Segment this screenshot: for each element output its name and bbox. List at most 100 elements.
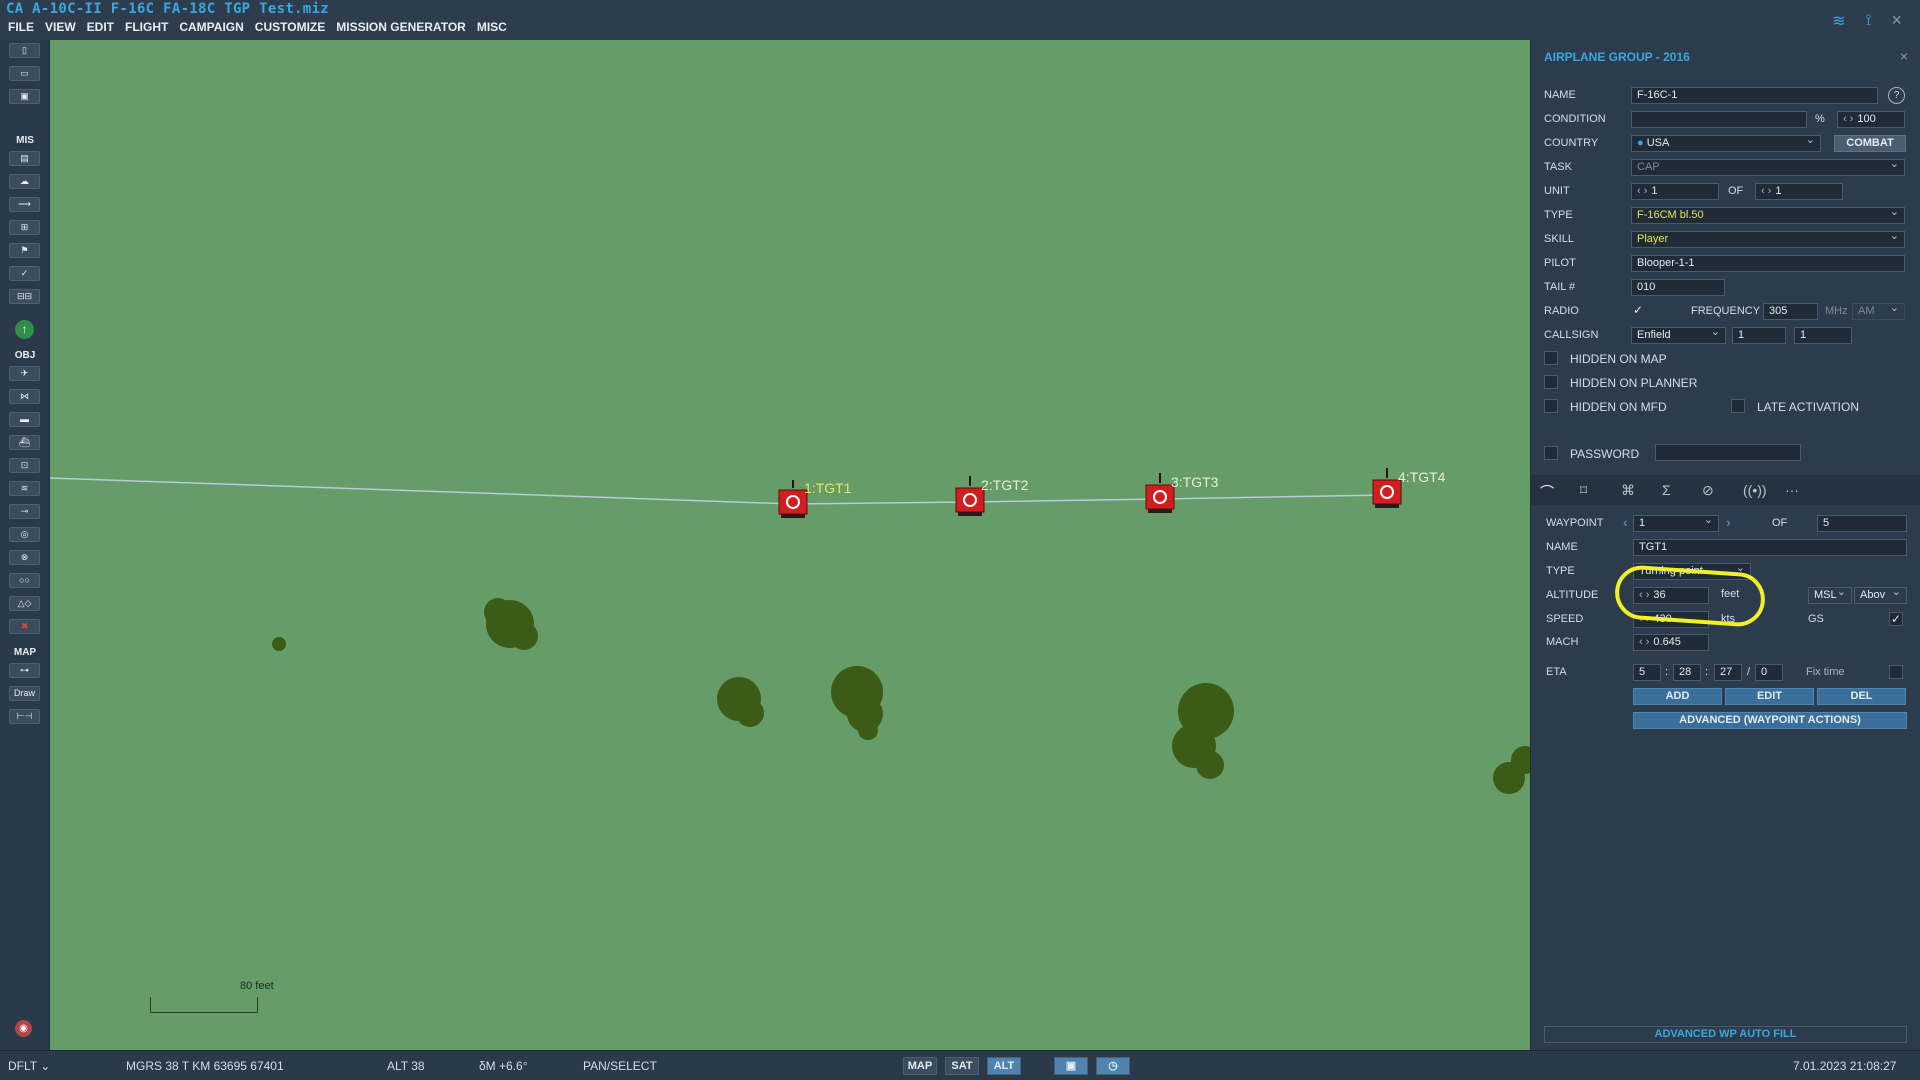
modulation-dropdown[interactable]: AM bbox=[1852, 303, 1905, 320]
failures-tab-icon[interactable]: ⊘ bbox=[1702, 482, 1714, 499]
delete-icon[interactable]: ✖ bbox=[9, 619, 40, 634]
up-arrow-icon[interactable]: ↑ bbox=[15, 320, 34, 339]
display-filter-icon[interactable]: ▣ bbox=[1054, 1057, 1088, 1075]
zone-icon[interactable]: ≋ bbox=[9, 481, 40, 496]
no-fly-icon[interactable]: ⊗ bbox=[9, 550, 40, 565]
save-file-icon[interactable]: ▣ bbox=[9, 89, 40, 104]
radio-tab-icon[interactable]: ((•)) bbox=[1743, 482, 1767, 498]
unit-spinner[interactable]: ‹ › 1 bbox=[1631, 183, 1719, 200]
help-icon[interactable]: ? bbox=[1888, 87, 1905, 104]
close-icon[interactable]: × bbox=[1891, 10, 1902, 31]
draw-button[interactable]: Draw bbox=[9, 686, 40, 701]
edit-waypoint-button[interactable]: EDIT bbox=[1725, 688, 1814, 705]
altitude-mode-dropdown[interactable]: Abov bbox=[1854, 587, 1907, 604]
group-name-field[interactable]: F-16C-1 bbox=[1631, 87, 1878, 104]
waypoint-label[interactable]: 1:TGT1 bbox=[804, 480, 851, 496]
mach-spinner[interactable]: ‹ › 0.645 bbox=[1633, 634, 1709, 651]
waypoint-marker[interactable] bbox=[1145, 473, 1175, 513]
navpoint-icon[interactable]: ⊸ bbox=[9, 504, 40, 519]
eta-minute-field[interactable]: 27 bbox=[1714, 664, 1742, 681]
condition-field[interactable] bbox=[1631, 111, 1807, 128]
password-checkbox[interactable] bbox=[1544, 446, 1558, 460]
callsign-number-1[interactable]: 1 bbox=[1732, 327, 1786, 344]
radio-checkbox[interactable]: ✓ bbox=[1631, 304, 1645, 318]
hidden-on-mfd-checkbox[interactable] bbox=[1544, 399, 1558, 413]
fix-time-checkbox[interactable] bbox=[1889, 665, 1903, 679]
advanced-waypoint-actions-button[interactable]: ADVANCED (WAYPOINT ACTIONS) bbox=[1633, 712, 1907, 729]
group-icon[interactable]: ○○ bbox=[9, 573, 40, 588]
prev-waypoint-icon[interactable]: ‹ bbox=[1623, 514, 1628, 530]
hidden-on-planner-checkbox[interactable] bbox=[1544, 375, 1558, 389]
add-waypoint-button[interactable]: ADD bbox=[1633, 688, 1722, 705]
more-tab-icon[interactable]: ··· bbox=[1785, 482, 1799, 498]
menu-view[interactable]: VIEW bbox=[45, 20, 76, 34]
aircraft-route-icon[interactable]: ⟶ bbox=[9, 197, 40, 212]
menu-edit[interactable]: EDIT bbox=[87, 20, 114, 34]
targets-tab-icon[interactable]: ⌑ bbox=[1580, 482, 1587, 499]
callsign-dropdown[interactable]: Enfield bbox=[1631, 327, 1726, 344]
aircraft-type-dropdown[interactable]: F-16CM bl.50 bbox=[1631, 207, 1905, 224]
map-view[interactable]: 1:TGT1 2:TGT2 3:TGT3 4:TGT4 80 feet bbox=[50, 40, 1530, 1050]
gs-checkbox[interactable]: ✓ bbox=[1889, 612, 1903, 626]
callsign-number-2[interactable]: 1 bbox=[1794, 327, 1852, 344]
country-dropdown[interactable]: ● USA bbox=[1631, 135, 1821, 152]
menu-file[interactable]: FILE bbox=[8, 20, 34, 34]
password-field[interactable] bbox=[1655, 444, 1801, 461]
unit-count-spinner[interactable]: ‹ › 1 bbox=[1755, 183, 1843, 200]
advanced-wp-auto-fill-button[interactable]: ADVANCED WP AUTO FILL bbox=[1544, 1026, 1907, 1043]
delete-waypoint-button[interactable]: DEL bbox=[1817, 688, 1906, 705]
menu-campaign[interactable]: CAMPAIGN bbox=[179, 20, 243, 34]
record-icon[interactable]: ◉ bbox=[15, 1020, 32, 1037]
waypoint-label[interactable]: 3:TGT3 bbox=[1171, 474, 1218, 490]
eta-hour-field[interactable]: 28 bbox=[1673, 664, 1701, 681]
late-activation-checkbox[interactable] bbox=[1731, 399, 1745, 413]
menu-mission-generator[interactable]: MISSION GENERATOR bbox=[336, 20, 466, 34]
menu-misc[interactable]: MISC bbox=[477, 20, 507, 34]
wifi-icon[interactable]: ≋ bbox=[1832, 11, 1845, 31]
waypoint-marker[interactable] bbox=[1372, 468, 1402, 508]
shapes-icon[interactable]: △◇ bbox=[9, 596, 40, 611]
skill-dropdown[interactable]: Player bbox=[1631, 231, 1905, 248]
altitude-reference-dropdown[interactable]: MSL bbox=[1808, 587, 1852, 604]
waypoint-label[interactable]: 4:TGT4 bbox=[1398, 469, 1445, 485]
open-file-icon[interactable]: ▭ bbox=[9, 66, 40, 81]
weather-icon[interactable]: ☁ bbox=[9, 174, 40, 189]
static-object-icon[interactable]: ⊡ bbox=[9, 458, 40, 473]
hidden-on-map-checkbox[interactable] bbox=[1544, 351, 1558, 365]
summary-tab-icon[interactable]: Σ bbox=[1662, 482, 1671, 498]
map-mode-button[interactable]: MAP bbox=[903, 1057, 937, 1075]
next-waypoint-icon[interactable]: › bbox=[1726, 514, 1731, 530]
helicopter-icon[interactable]: ⋈ bbox=[9, 389, 40, 404]
map-options-icon[interactable]: ⊶ bbox=[9, 663, 40, 678]
briefing-icon[interactable]: ▤ bbox=[9, 151, 40, 166]
ground-unit-icon[interactable]: ▬ bbox=[9, 412, 40, 427]
new-file-icon[interactable]: ▯ bbox=[9, 43, 40, 58]
waypoint-marker[interactable] bbox=[955, 476, 985, 516]
close-icon[interactable]: × bbox=[1900, 48, 1908, 64]
alt-mode-button[interactable]: ALT bbox=[987, 1057, 1021, 1075]
template-icon[interactable]: ⊟⊟ bbox=[9, 289, 40, 304]
wp-name-field[interactable]: TGT1 bbox=[1633, 539, 1907, 556]
flags-icon[interactable]: ⚑ bbox=[9, 243, 40, 258]
antenna-icon[interactable]: ⟟ bbox=[1866, 12, 1872, 30]
task-dropdown[interactable]: CAP bbox=[1631, 159, 1905, 176]
menu-flight[interactable]: FLIGHT bbox=[125, 20, 168, 34]
waypoint-label[interactable]: 2:TGT2 bbox=[981, 477, 1028, 493]
menu-customize[interactable]: CUSTOMIZE bbox=[255, 20, 325, 34]
time-settings-icon[interactable]: ◷ bbox=[1096, 1057, 1130, 1075]
eta-second-field[interactable]: 0 bbox=[1755, 664, 1783, 681]
waypoint-dropdown[interactable]: 1 bbox=[1633, 515, 1719, 532]
target-icon[interactable]: ◎ bbox=[9, 527, 40, 542]
ship-icon[interactable]: ⛴ bbox=[9, 435, 40, 450]
sat-mode-button[interactable]: SAT bbox=[945, 1057, 979, 1075]
payload-tab-icon[interactable]: ⌘ bbox=[1621, 482, 1635, 499]
profile-dropdown[interactable]: DFLT ⌄ bbox=[8, 1059, 50, 1073]
tail-number-field[interactable]: 010 bbox=[1631, 279, 1725, 296]
frequency-field[interactable]: 305 bbox=[1763, 303, 1818, 320]
condition-spinner[interactable]: ‹ › 100 bbox=[1837, 111, 1905, 128]
route-tab-icon[interactable]: ⌒ bbox=[1540, 482, 1554, 502]
ruler-icon[interactable]: ⊢⊣ bbox=[9, 709, 40, 724]
pilot-field[interactable]: Blooper-1-1 bbox=[1631, 255, 1905, 272]
eta-day-field[interactable]: 5 bbox=[1633, 664, 1661, 681]
combat-button[interactable]: COMBAT bbox=[1834, 135, 1906, 152]
